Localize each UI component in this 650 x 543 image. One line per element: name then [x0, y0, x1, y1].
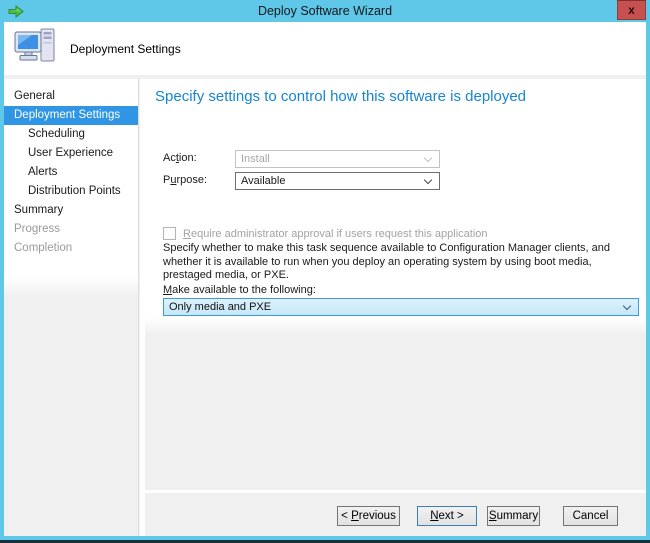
wizard-body: General Deployment Settings Scheduling U…: [4, 79, 646, 536]
next-button[interactable]: Next >: [417, 506, 477, 526]
sidebar-item-distribution-points[interactable]: Distribution Points: [4, 182, 138, 201]
cancel-button[interactable]: Cancel: [563, 506, 618, 526]
computer-icon: [13, 27, 57, 74]
window-title: Deploy Software Wizard: [0, 0, 650, 22]
make-available-dropdown[interactable]: Only media and PXE: [163, 298, 639, 316]
purpose-dropdown-value: Available: [241, 175, 285, 187]
summary-label-key: S: [489, 510, 497, 522]
action-label-post: ion:: [179, 152, 197, 164]
chevron-down-icon: [424, 154, 432, 162]
wizard-nav: General Deployment Settings Scheduling U…: [4, 79, 139, 536]
sidebar-item-general[interactable]: General: [4, 87, 138, 106]
chevron-down-icon: [424, 176, 432, 184]
summary-button[interactable]: Summary: [487, 506, 540, 526]
chevron-down-icon: [623, 302, 631, 310]
action-dropdown-value: Install: [241, 153, 270, 165]
deploy-software-wizard-window: Deploy Software Wizard x Deployment Se: [0, 0, 650, 543]
page-heading: Specify settings to control how this sof…: [155, 88, 526, 105]
make-available-label-post: ake available to the following:: [172, 284, 316, 296]
sidebar-item-deployment-settings[interactable]: Deployment Settings: [4, 106, 138, 125]
action-dropdown: Install: [235, 150, 440, 168]
close-button[interactable]: x: [617, 0, 646, 20]
next-label-key: N: [430, 510, 438, 522]
content-pane: Specify settings to control how this sof…: [145, 79, 646, 536]
wizard-page-header: Deployment Settings: [4, 22, 646, 75]
next-label-post: ext >: [439, 510, 464, 522]
purpose-dropdown[interactable]: Available: [235, 172, 440, 190]
previous-label-pre: <: [341, 510, 351, 522]
previous-button[interactable]: < Previous: [337, 506, 400, 526]
sidebar-item-alerts[interactable]: Alerts: [4, 163, 138, 182]
sidebar-item-summary[interactable]: Summary: [4, 201, 138, 220]
approval-label-post: equire administrator approval if users r…: [191, 228, 488, 240]
sidebar-item-completion: Completion: [4, 239, 138, 258]
previous-label-post: revious: [359, 510, 396, 522]
action-label-pre: Ac: [163, 152, 176, 164]
make-available-dropdown-value: Only media and PXE: [169, 301, 271, 313]
sidebar-item-scheduling[interactable]: Scheduling: [4, 125, 138, 144]
approval-checkbox-label: Require administrator approval if users …: [183, 228, 488, 240]
client-area: Deployment Settings General Deployment S…: [4, 22, 646, 536]
page-title: Deployment Settings: [70, 42, 181, 56]
approval-label-key: R: [183, 228, 191, 240]
description-text: Specify whether to make this task sequen…: [163, 242, 643, 283]
summary-label-post: ummary: [497, 510, 539, 522]
make-available-label-key: M: [163, 284, 172, 296]
make-available-label: Make available to the following:: [163, 284, 316, 296]
purpose-label: Purpose:: [163, 174, 207, 186]
action-label: Action:: [163, 152, 197, 164]
purpose-label-post: rpose:: [176, 174, 207, 186]
approval-checkbox-row: Require administrator approval if users …: [163, 225, 488, 239]
sidebar-item-progress: Progress: [4, 220, 138, 239]
approval-checkbox: [163, 227, 176, 240]
titlebar: Deploy Software Wizard x: [0, 0, 650, 22]
previous-label-key: P: [351, 510, 359, 522]
footer-separator: [145, 490, 646, 493]
sidebar-item-user-experience[interactable]: User Experience: [4, 144, 138, 163]
